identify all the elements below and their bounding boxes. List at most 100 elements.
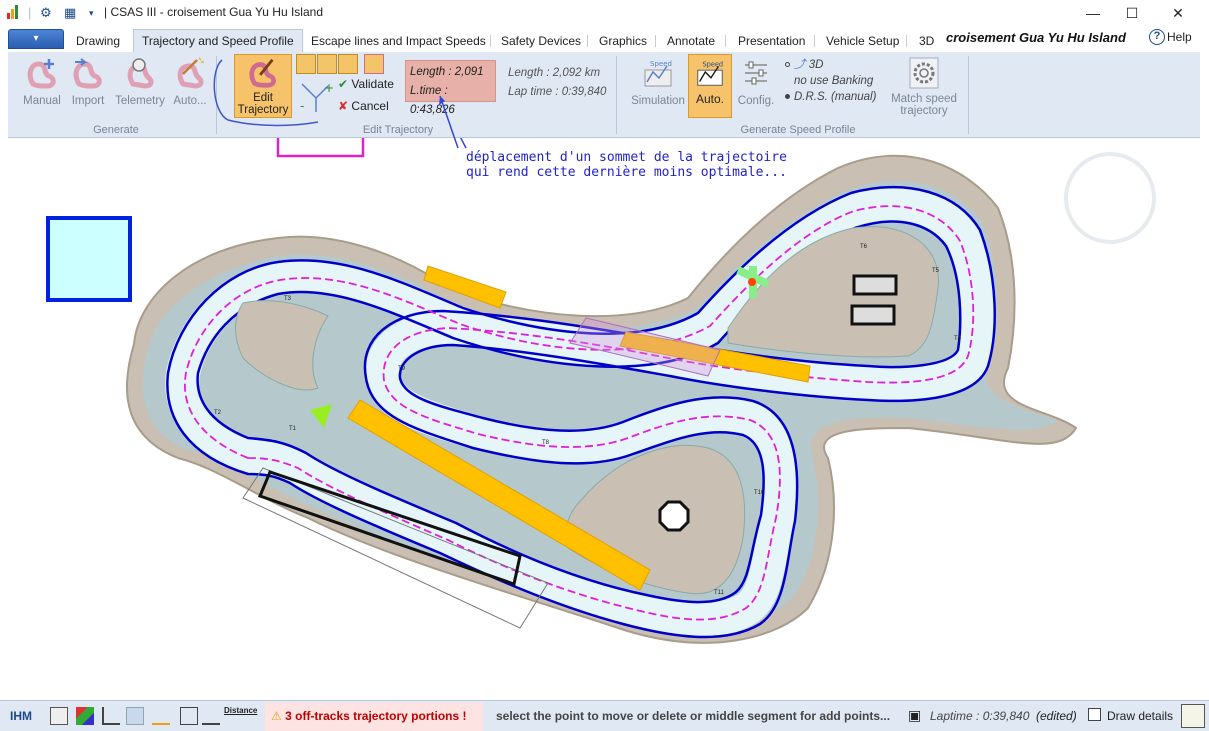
- move-point-icon[interactable]: [317, 54, 337, 74]
- edited-laptime-value: L.time : 0:43,826: [410, 85, 455, 116]
- tab-3d[interactable]: 3D: [911, 31, 942, 52]
- speed-profile-options: ⤴ 3D no use Banking D.R.S. (manual): [785, 57, 876, 105]
- match-speed-trajectory-button[interactable]: Match speed trajectory: [884, 56, 964, 117]
- hint-text: select the point to move or delete or mi…: [496, 709, 891, 723]
- save-icon[interactable]: ▦: [64, 5, 76, 21]
- turn-label: T11: [714, 590, 725, 596]
- match-speed-label-line1: Match speed: [891, 93, 957, 105]
- config-button[interactable]: Config.: [732, 56, 780, 107]
- qa-separator: |: [28, 5, 32, 20]
- tab-separator: [725, 35, 726, 47]
- auto-generate-button[interactable]: Auto...: [166, 56, 214, 107]
- close-button[interactable]: ✕: [1163, 3, 1193, 23]
- settings-gear-icon[interactable]: ⚙: [40, 5, 52, 21]
- simulation-button[interactable]: Speed Simulation: [628, 56, 688, 107]
- length-readout: Length : 2,092 km: [508, 67, 601, 79]
- tab-escape-lines[interactable]: Escape lines and Impact Speeds: [303, 31, 494, 52]
- warning-triangle-icon: ⚠: [271, 709, 282, 723]
- file-menu-button[interactable]: ▾: [8, 29, 64, 49]
- app-logo-icon: [7, 5, 21, 19]
- config-sliders-icon: [745, 61, 767, 85]
- option-banking-label: no use Banking: [794, 75, 874, 87]
- match-speed-label-line2: trajectory: [900, 105, 948, 117]
- add-point-icon[interactable]: [296, 54, 316, 74]
- manual-button[interactable]: Manual: [18, 56, 66, 107]
- qa-dropdown-icon[interactable]: ▾: [89, 8, 94, 19]
- help-label: Help: [1167, 30, 1192, 44]
- edit-trajectory-label-line2: Trajectory: [237, 104, 289, 116]
- svg-text:-: -: [300, 99, 304, 113]
- axes-3d-icon: ⤴: [794, 59, 806, 71]
- auto-speed-chart-icon: Speed: [697, 60, 723, 86]
- auto-speed-button[interactable]: Speed Auto.: [688, 54, 732, 118]
- option-3d[interactable]: ⤴ 3D: [785, 57, 876, 73]
- help-button[interactable]: ? Help: [1149, 29, 1192, 45]
- grid-view-icon[interactable]: [1181, 704, 1205, 728]
- tab-annotate[interactable]: Annotate: [659, 31, 723, 52]
- edited-status: (edited): [1036, 709, 1077, 723]
- delete-point-icon[interactable]: [338, 54, 358, 74]
- tab-trajectory-speed-profile[interactable]: Trajectory and Speed Profile: [133, 29, 303, 53]
- tab-safety-devices[interactable]: Safety Devices: [493, 31, 589, 52]
- validate-button[interactable]: ✔ Validate: [338, 77, 394, 91]
- telemetry-button[interactable]: Telemetry: [112, 56, 168, 107]
- edited-trajectory-info: Length : 2,091 L.time : 0:43,826: [405, 60, 496, 116]
- turn-label: T2: [214, 410, 222, 416]
- option-3d-label: 3D: [808, 59, 824, 71]
- distance-tool-label[interactable]: Distance: [224, 706, 257, 715]
- import-button[interactable]: Import: [64, 56, 112, 107]
- laptime-status: Laptime : 0:39,840: [930, 709, 1030, 723]
- svg-text:+: +: [324, 81, 334, 95]
- tab-separator: [906, 35, 907, 47]
- angle-tool-icon[interactable]: [152, 707, 170, 725]
- track-canvas[interactable]: T3 T2 T1 T9 T8 T5 T6 T4 T10 T11 déplacem…: [8, 138, 1200, 700]
- manual-track-icon: [27, 59, 56, 89]
- curve-edit-icon[interactable]: - +: [298, 78, 336, 116]
- import-label: Import: [71, 95, 105, 107]
- turn-label: T4: [954, 336, 962, 342]
- building-south: [850, 304, 896, 326]
- match-speed-gear-icon: [909, 57, 939, 89]
- tab-graphics[interactable]: Graphics: [591, 31, 655, 52]
- option-drs[interactable]: D.R.S. (manual): [785, 89, 876, 105]
- tab-vehicle-setup[interactable]: Vehicle Setup: [818, 31, 907, 52]
- ihm-label[interactable]: IHM: [10, 709, 32, 723]
- edit-trajectory-group-label: Edit Trajectory: [362, 124, 434, 136]
- validate-label: Validate: [351, 77, 394, 91]
- measure-tool-icon[interactable]: [202, 707, 220, 725]
- option-banking[interactable]: no use Banking: [785, 73, 876, 89]
- edit-trajectory-button[interactable]: Edit Trajectory: [234, 54, 292, 118]
- rectangle-tool-icon[interactable]: [180, 707, 198, 725]
- layers-cube-icon[interactable]: [76, 707, 94, 725]
- svg-text:Speed: Speed: [650, 60, 672, 68]
- tab-presentation[interactable]: Presentation: [730, 31, 813, 52]
- draw-details-label: Draw details: [1107, 709, 1174, 723]
- draw-details-checkbox[interactable]: [1088, 708, 1101, 721]
- turn-label: T3: [284, 296, 292, 302]
- building-north: [852, 274, 898, 296]
- speed-chart-icon[interactable]: [126, 707, 144, 725]
- select-vertex-icon[interactable]: [364, 54, 384, 74]
- off-track-warning: ⚠ 3 off-tracks trajectory portions !: [265, 702, 483, 731]
- group-separator: [968, 56, 969, 134]
- auto-wand-icon: [177, 57, 204, 89]
- tab-separator: [814, 35, 815, 47]
- turn-label: T6: [860, 244, 868, 250]
- track-drawing[interactable]: T3 T2 T1 T9 T8 T5 T6 T4 T10 T11: [8, 138, 1200, 700]
- annotation-line-2: qui rend cette dernière moins optimale..…: [466, 165, 787, 180]
- simulation-speed-chart-icon: Speed: [644, 60, 672, 87]
- annotation-arrow: [459, 138, 467, 149]
- moved-vertex-point[interactable]: [748, 278, 756, 286]
- cancel-button[interactable]: ✘ Cancel: [338, 99, 389, 113]
- track-title: croisement Gua Yu Hu Island: [946, 30, 1126, 45]
- maximize-button[interactable]: ☐: [1117, 3, 1147, 23]
- radio-drs-icon: [785, 94, 790, 100]
- minimize-button[interactable]: —: [1078, 3, 1108, 23]
- turn-label: T10: [754, 490, 765, 496]
- chart-icon[interactable]: [102, 707, 120, 725]
- view-tool-icon[interactable]: [50, 707, 68, 725]
- tab-drawing[interactable]: Drawing: [68, 31, 128, 52]
- option-drs-label: D.R.S. (manual): [794, 91, 877, 103]
- annotation-line-1: déplacement d'un sommet de la trajectoir…: [466, 150, 787, 165]
- telemetry-stopwatch-icon: [127, 58, 154, 89]
